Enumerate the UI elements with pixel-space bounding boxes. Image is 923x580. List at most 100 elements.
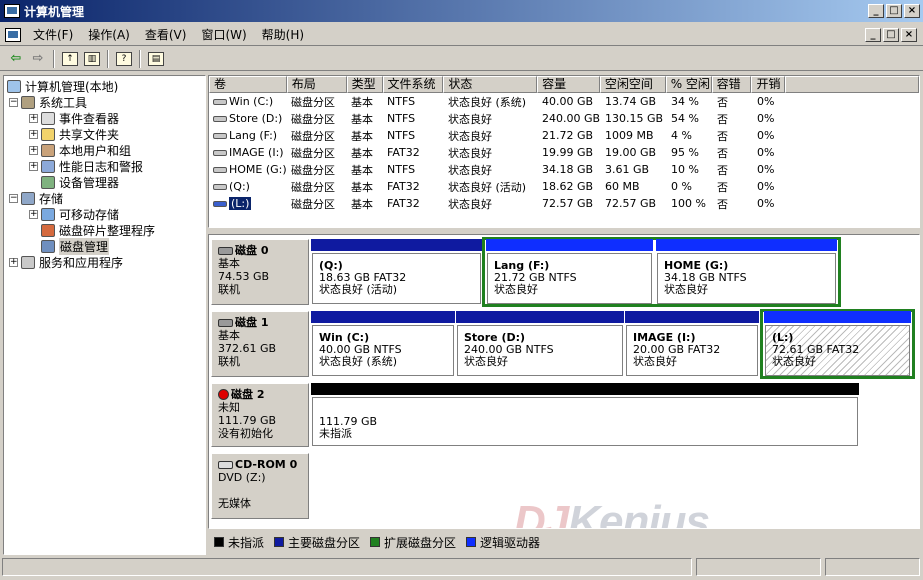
shared-folder-icon <box>41 127 55 141</box>
volume-icon <box>213 200 227 207</box>
show-hide-tree-icon[interactable]: ▥ <box>81 49 103 69</box>
cdrom-label[interactable]: CD-ROM 0 DVD (Z:) 无媒体 <box>211 453 309 519</box>
cell-type: 基本 <box>351 163 373 177</box>
tree-services-apps[interactable]: + 服务和应用程序 <box>4 254 205 270</box>
collapse-icon[interactable]: − <box>9 97 18 107</box>
legend-swatch <box>214 537 224 547</box>
volume-icon <box>213 166 227 173</box>
col-capacity[interactable]: 容量 <box>537 76 600 93</box>
expand-icon[interactable]: + <box>29 129 38 139</box>
col-layout[interactable]: 布局 <box>286 76 347 93</box>
close-button[interactable]: × <box>904 4 920 18</box>
volume-row[interactable]: HOME (G:) 磁盘分区 基本 NTFS 状态良好 34.18 GB 3.61 GB 10… <box>209 161 919 178</box>
maximize-button[interactable]: □ <box>886 4 902 18</box>
col-type[interactable]: 类型 <box>346 76 383 93</box>
cell-capacity: 34.18 GB <box>542 163 594 176</box>
menu-window[interactable]: 窗口(W) <box>195 26 255 43</box>
back-arrow-icon[interactable]: ⇦ <box>5 49 27 69</box>
cell-volume: IMAGE (I:) <box>209 146 287 159</box>
cell-capacity: 19.99 GB <box>542 146 594 159</box>
minimize-button[interactable]: _ <box>868 4 884 18</box>
menu-view[interactable]: 查看(V) <box>139 26 196 43</box>
cell-filesystem: NTFS <box>387 95 416 108</box>
tree-storage[interactable]: − 存储 <box>4 190 205 206</box>
cell-overhead: 0% <box>757 146 775 159</box>
up-folder-icon[interactable]: ↑ <box>59 49 81 69</box>
child-window-icon[interactable] <box>5 27 21 42</box>
cell-capacity: 18.62 GB <box>542 180 594 193</box>
menu-help[interactable]: 帮助(H) <box>256 26 313 43</box>
partition-i[interactable]: IMAGE (I:) 20.00 GB FAT32 状态良好 <box>625 311 759 377</box>
col-volume[interactable]: 卷 <box>209 76 287 93</box>
menu-file[interactable]: 文件(F) <box>27 26 82 43</box>
cell-capacity: 21.72 GB <box>542 129 594 142</box>
expand-icon[interactable]: + <box>9 257 18 267</box>
tree-root[interactable]: 计算机管理(本地) <box>4 78 205 94</box>
cell-layout: 磁盘分区 <box>291 95 335 109</box>
disk-1-row: 磁盘 1 基本 372.61 GB 联机 Win (C:) 40.00 GB N… <box>211 309 915 379</box>
col-percent-free[interactable]: % 空闲 <box>665 76 712 93</box>
console-tree: 计算机管理(本地) − 系统工具 + 事件查看器 + 共享文件夹 + 本地用户和… <box>3 75 206 555</box>
volume-row[interactable]: (L:) 磁盘分区 基本 FAT32 状态良好 72.57 GB 72.57 GB 100 %… <box>209 195 919 212</box>
menu-action[interactable]: 操作(A) <box>82 26 139 43</box>
expand-icon[interactable]: + <box>29 209 38 219</box>
disk-1-label[interactable]: 磁盘 1 基本 372.61 GB 联机 <box>211 311 309 377</box>
volume-icon <box>213 149 227 156</box>
col-overhead[interactable]: 开销 <box>751 76 786 93</box>
tree-perf-logs[interactable]: + 性能日志和警报 <box>4 158 205 174</box>
volume-icon <box>213 98 227 105</box>
child-restore-button[interactable]: □ <box>883 27 899 42</box>
tree-removable-storage[interactable]: + 可移动存储 <box>4 206 205 222</box>
volume-row[interactable]: (Q:) 磁盘分区 基本 FAT32 状态良好 (活动) 18.62 GB 60 MB 0 %… <box>209 178 919 195</box>
cell-volume: Win (C:) <box>209 95 287 108</box>
tools-icon <box>21 95 35 109</box>
partition-f[interactable]: Lang (F:) 21.72 GB NTFS 状态良好 <box>486 239 653 305</box>
col-filesystem[interactable]: 文件系统 <box>382 76 444 93</box>
col-fault-tolerance[interactable]: 容错 <box>711 76 752 93</box>
cell-status: 状态良好 <box>448 129 492 143</box>
cdrom-icon <box>218 460 233 469</box>
col-filler <box>785 76 919 93</box>
unallocated-space[interactable]: 111.79 GB 未指派 <box>311 383 859 447</box>
partition-d[interactable]: Store (D:) 240.00 GB NTFS 状态良好 <box>456 311 624 377</box>
tree-system-tools[interactable]: − 系统工具 <box>4 94 205 110</box>
col-free-space[interactable]: 空闲空间 <box>599 76 666 93</box>
toolbar-separator <box>139 49 141 68</box>
collapse-icon[interactable]: − <box>9 193 18 203</box>
partition-l[interactable]: (L:) 72.61 GB FAT32 状态良好 <box>764 311 911 377</box>
child-minimize-button[interactable]: _ <box>865 27 881 42</box>
col-status[interactable]: 状态 <box>443 76 538 93</box>
error-icon <box>218 389 229 400</box>
cell-fault-tolerance: 否 <box>717 146 728 160</box>
expand-icon[interactable]: + <box>29 113 38 123</box>
cell-status: 状态良好 <box>448 197 492 211</box>
tree-event-viewer[interactable]: + 事件查看器 <box>4 110 205 126</box>
partition-g[interactable]: HOME (G:) 34.18 GB NTFS 状态良好 <box>656 239 837 305</box>
forward-arrow-icon[interactable]: ⇨ <box>27 49 49 69</box>
disk-0-label[interactable]: 磁盘 0 基本 74.53 GB 联机 <box>211 239 309 305</box>
volume-row[interactable]: IMAGE (I:) 磁盘分区 基本 FAT32 状态良好 19.99 GB 19.00 G… <box>209 144 919 161</box>
volume-row[interactable]: Store (D:) 磁盘分区 基本 NTFS 状态良好 240.00 GB 130.15 … <box>209 110 919 127</box>
volume-row[interactable]: Win (C:) 磁盘分区 基本 NTFS 状态良好 (系统) 40.00 GB 13.74… <box>209 93 919 110</box>
tree-disk-management[interactable]: 磁盘管理 <box>4 237 205 255</box>
child-close-button[interactable]: × <box>901 27 917 42</box>
tree-shared-folders[interactable]: + 共享文件夹 <box>4 126 205 142</box>
tree-device-manager[interactable]: 设备管理器 <box>4 174 205 190</box>
tree-local-users[interactable]: + 本地用户和组 <box>4 142 205 158</box>
status-pane-main <box>2 558 692 576</box>
computer-management-icon <box>4 4 20 18</box>
help-icon[interactable]: ? <box>113 49 135 69</box>
expand-icon[interactable]: + <box>29 145 38 155</box>
cell-percent-free: 100 % <box>671 197 706 210</box>
tree-defrag[interactable]: 磁盘碎片整理程序 <box>4 222 205 238</box>
cell-filesystem: FAT32 <box>387 180 420 193</box>
expand-icon[interactable]: + <box>29 161 38 171</box>
volume-icon <box>213 183 227 190</box>
disk-2-label[interactable]: 磁盘 2 未知 111.79 GB 没有初始化 <box>211 383 309 447</box>
partition-q[interactable]: (Q:) 18.63 GB FAT32 状态良好 (活动) <box>311 239 482 305</box>
partition-c[interactable]: Win (C:) 40.00 GB NTFS 状态良好 (系统) <box>311 311 455 377</box>
properties-icon[interactable]: ▤ <box>145 49 167 69</box>
volume-row[interactable]: Lang (F:) 磁盘分区 基本 NTFS 状态良好 21.72 GB 1009 MB 4 … <box>209 127 919 144</box>
status-pane-2 <box>696 558 821 576</box>
toolbar: ⇦ ⇨ ↑ ▥ ? ▤ <box>0 47 923 71</box>
